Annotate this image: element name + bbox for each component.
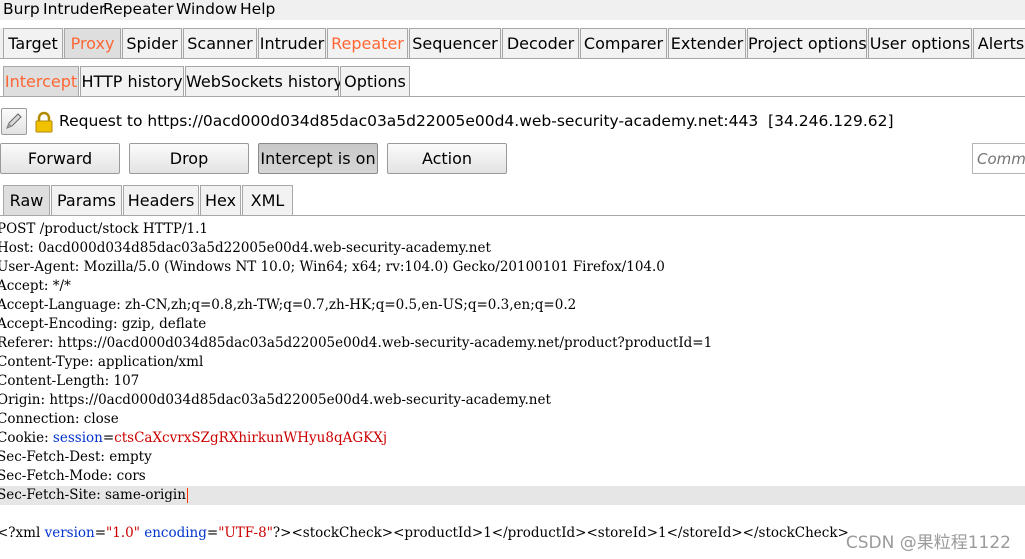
- forward-button[interactable]: Forward: [0, 143, 120, 174]
- tab-raw[interactable]: Raw: [3, 185, 50, 215]
- text-caret: [186, 488, 188, 503]
- cookie-equals: =: [102, 430, 115, 446]
- xml-val-encoding: "UTF-8": [218, 525, 273, 541]
- tab-http-history[interactable]: HTTP history: [80, 66, 184, 96]
- tab-repeater[interactable]: Repeater: [327, 28, 408, 58]
- xml-eq-2: =: [206, 525, 219, 541]
- menu-intruder[interactable]: Intruder: [43, 0, 105, 20]
- cookie-name: session: [52, 430, 103, 446]
- header-user-agent: User-Agent: Mozilla/5.0 (Windows NT 10.0…: [0, 259, 665, 275]
- intercept-toggle-button[interactable]: Intercept is on: [258, 143, 378, 174]
- tab-sequencer[interactable]: Sequencer: [409, 28, 501, 58]
- tab-headers[interactable]: Headers: [123, 185, 199, 215]
- tab-user-options[interactable]: User options: [868, 28, 972, 58]
- header-accept-language: Accept-Language: zh-CN,zh;q=0.8,zh-TW;q=…: [0, 297, 577, 313]
- header-origin: Origin: https://0acd000d034d85dac03a5d22…: [0, 392, 551, 408]
- tab-params[interactable]: Params: [51, 185, 122, 215]
- header-cookie: Cookie: session=ctsCaXcvrxSZgRXhirkunWHy…: [0, 429, 387, 448]
- csdn-watermark: CSDN @果粒程1122: [845, 533, 1011, 553]
- message-view-tab-bar: Raw Params Headers Hex XML: [0, 185, 1025, 215]
- xml-val-version: "1.0": [106, 525, 140, 541]
- xml-body-rest: ?><stockCheck><productId>1</productId><s…: [272, 525, 849, 541]
- header-accept-encoding: Accept-Encoding: gzip, deflate: [0, 316, 207, 332]
- drop-button[interactable]: Drop: [129, 143, 249, 174]
- xml-eq-1: =: [94, 525, 107, 541]
- header-sec-fetch-dest: Sec-Fetch-Dest: empty: [0, 449, 152, 465]
- xml-attr-version: version: [44, 525, 95, 541]
- tab-comparer[interactable]: Comparer: [580, 28, 667, 58]
- cookie-value: ctsCaXcvrxSZgRXhirkunWHyu8qAGKXj: [114, 430, 388, 446]
- menu-help[interactable]: Help: [240, 0, 275, 20]
- intercept-button-row: Forward Drop Intercept is on Action: [0, 141, 1025, 177]
- header-connection: Connection: close: [0, 411, 119, 427]
- tab-options[interactable]: Options: [340, 66, 410, 96]
- lock-icon: [34, 111, 54, 133]
- tab-websockets-history[interactable]: WebSockets history: [185, 66, 343, 96]
- edit-pencil-icon[interactable]: [1, 108, 27, 135]
- header-sec-fetch-site: Sec-Fetch-Site: same-origin: [0, 486, 188, 505]
- header-host: Host: 0acd000d034d85dac03a5d22005e00d4.w…: [0, 240, 491, 256]
- request-info-row: Request to https://0acd000d034d85dac03a5…: [0, 107, 1025, 139]
- header-referer: Referer: https://0acd000d034d85dac03a5d2…: [0, 335, 713, 351]
- view-tab-divider: [0, 215, 1025, 216]
- tab-alerts[interactable]: Alerts: [973, 28, 1025, 58]
- cookie-prefix: Cookie:: [0, 430, 53, 446]
- main-tab-bar: Target Proxy Spider Scanner Intruder Rep…: [0, 28, 1025, 59]
- header-content-length: Content-Length: 107: [0, 373, 140, 389]
- tab-target[interactable]: Target: [3, 28, 63, 58]
- proxy-tab-bar: Intercept HTTP history WebSockets histor…: [0, 66, 1025, 97]
- tab-proxy[interactable]: Proxy: [64, 28, 121, 58]
- tab-extender[interactable]: Extender: [668, 28, 746, 58]
- action-button[interactable]: Action: [387, 143, 507, 174]
- header-sec-fetch-mode: Sec-Fetch-Mode: cors: [0, 468, 146, 484]
- xml-attr-encoding: encoding: [144, 525, 207, 541]
- menu-window[interactable]: Window: [176, 0, 237, 20]
- raw-request-editor[interactable]: POST /product/stock HTTP/1.1 Host: 0acd0…: [0, 218, 1025, 559]
- sec-fetch-site-text: Sec-Fetch-Site: same-origin: [0, 487, 186, 503]
- xml-body-line: <?xml version="1.0" encoding="UTF-8"?><s…: [0, 524, 849, 543]
- comment-field[interactable]: [972, 143, 1025, 174]
- menu-bar: Burp Intruder Repeater Window Help: [0, 0, 1025, 20]
- tab-scanner[interactable]: Scanner: [183, 28, 257, 58]
- main-tab-divider: [0, 58, 1025, 59]
- tab-project-options[interactable]: Project options: [747, 28, 867, 58]
- tab-xml[interactable]: XML: [242, 185, 293, 215]
- tab-spider[interactable]: Spider: [122, 28, 182, 58]
- menu-burp[interactable]: Burp: [3, 0, 40, 20]
- request-line: POST /product/stock HTTP/1.1: [0, 221, 208, 237]
- xml-decl-open: <?xml: [0, 525, 45, 541]
- tab-intruder[interactable]: Intruder: [258, 28, 326, 58]
- tab-hex[interactable]: Hex: [200, 185, 241, 215]
- header-content-type: Content-Type: application/xml: [0, 354, 204, 370]
- header-accept: Accept: */*: [0, 278, 71, 294]
- tab-decoder[interactable]: Decoder: [502, 28, 579, 58]
- proxy-tab-divider: [0, 96, 1025, 97]
- tab-intercept[interactable]: Intercept: [3, 66, 79, 96]
- request-target-label: Request to https://0acd000d034d85dac03a5…: [59, 112, 894, 130]
- menu-repeater[interactable]: Repeater: [103, 0, 173, 20]
